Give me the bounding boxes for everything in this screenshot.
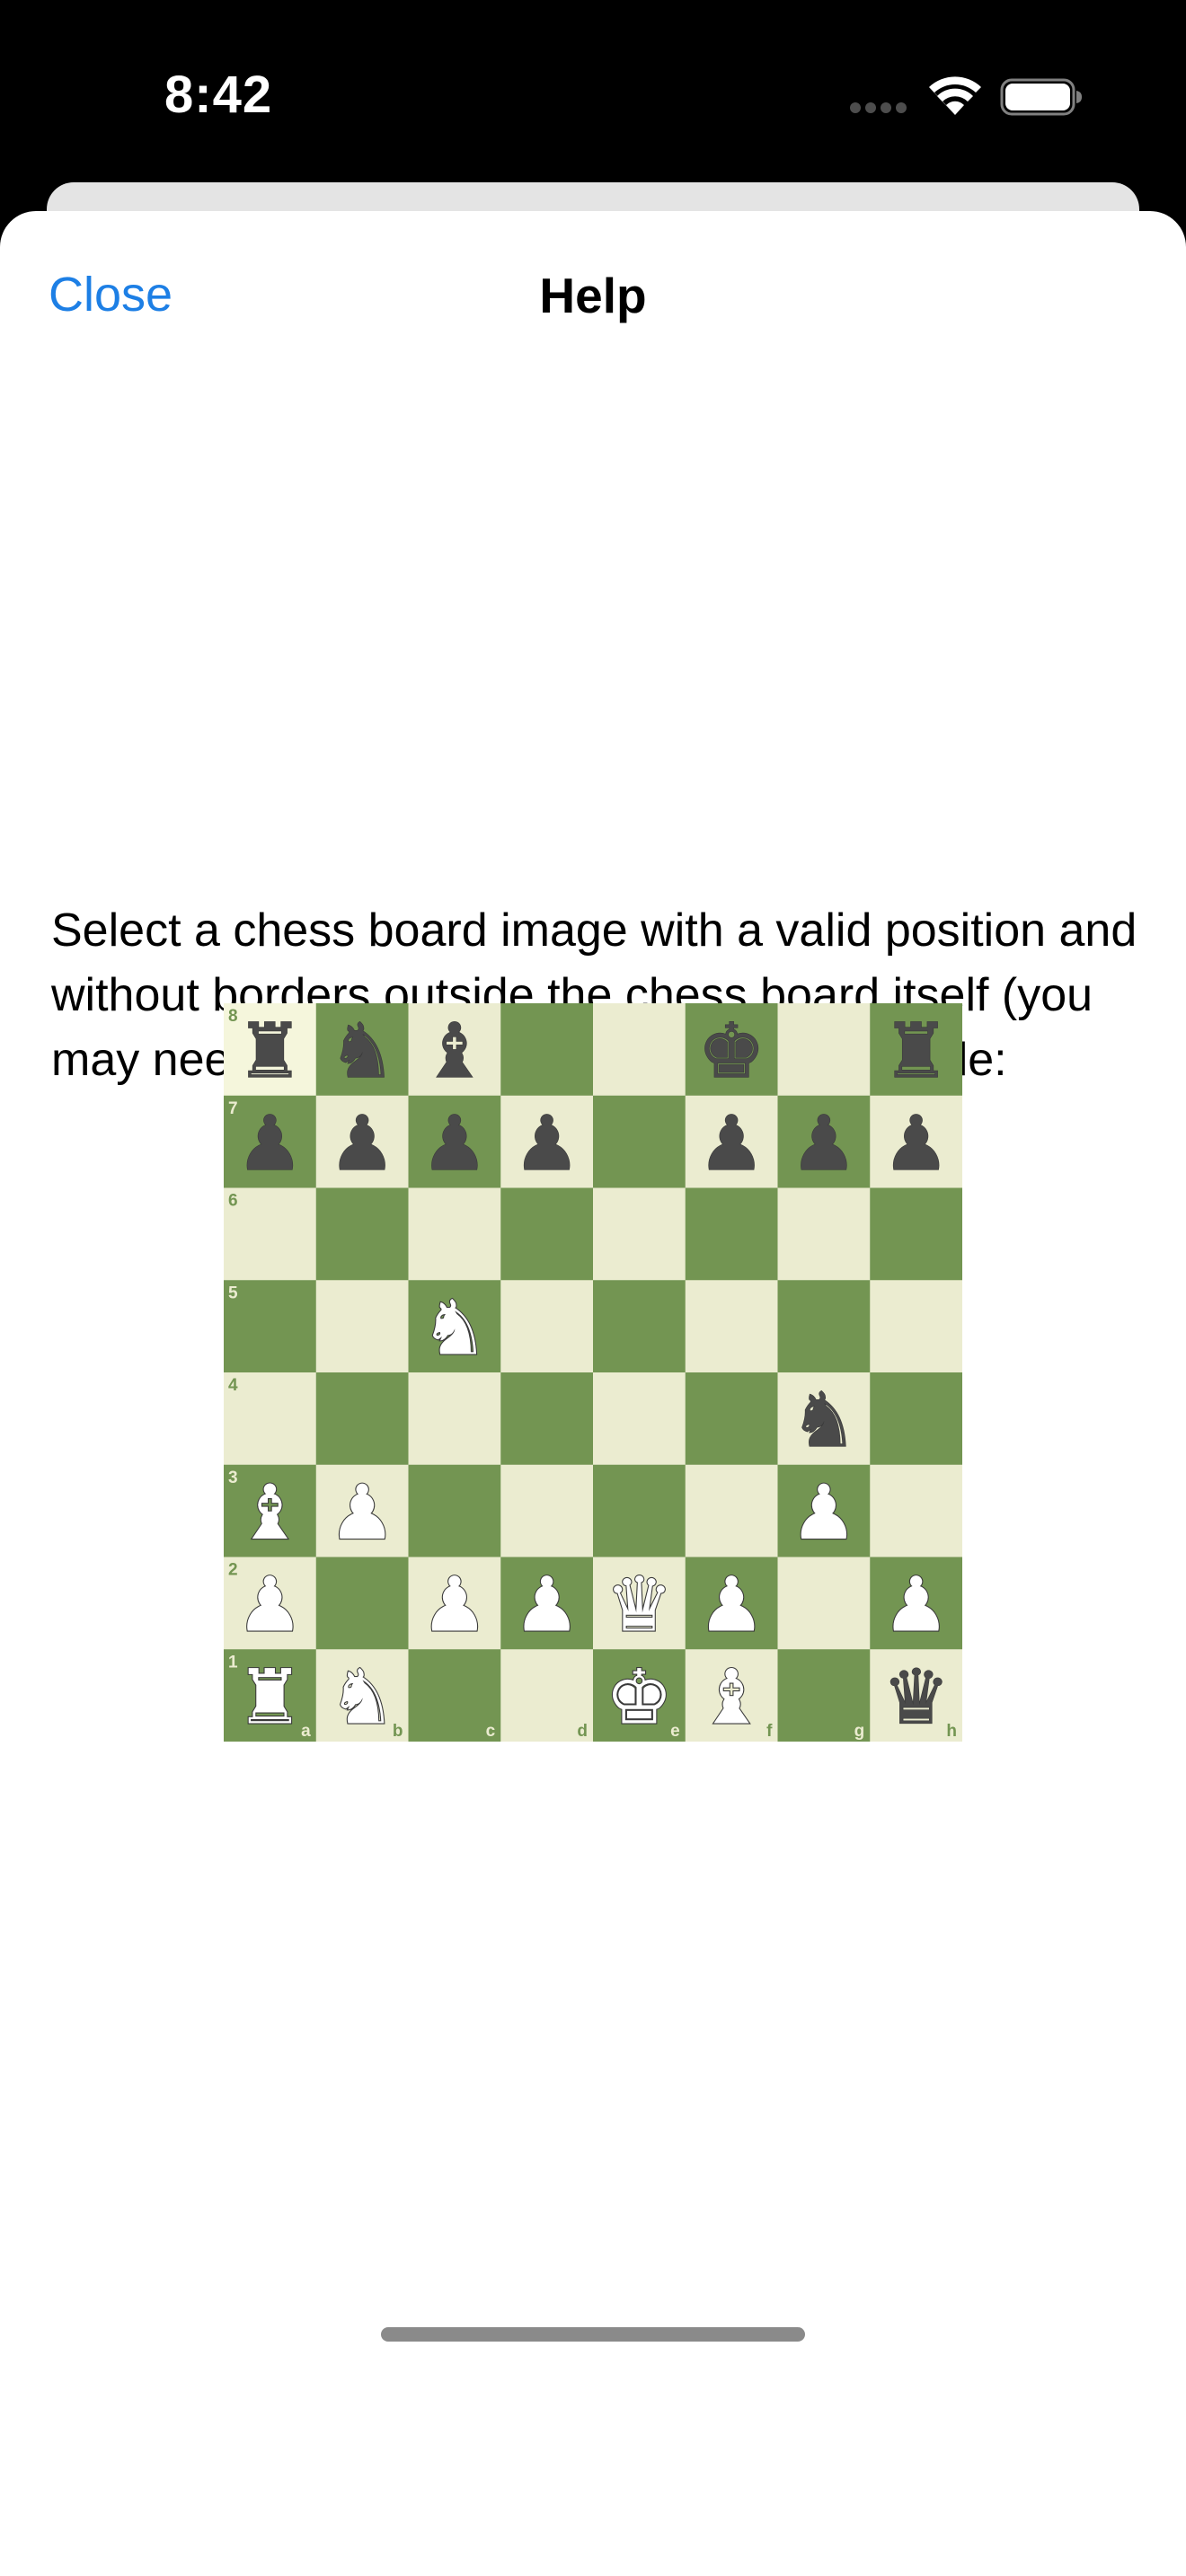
board-square-g8 xyxy=(777,1003,871,1097)
rank-label: 6 xyxy=(228,1192,238,1211)
black-rook-piece-icon: ♜ xyxy=(882,1007,950,1095)
board-square-b6 xyxy=(315,1187,409,1281)
rank-label: 5 xyxy=(228,1284,238,1302)
board-square-d3 xyxy=(500,1464,594,1557)
board-square-h6 xyxy=(870,1187,962,1281)
black-knight-piece-icon: ♞ xyxy=(328,1007,395,1095)
white-pawn-piece-icon: ♟ xyxy=(513,1561,580,1649)
board-square-d6 xyxy=(500,1187,594,1281)
file-label: d xyxy=(577,1722,588,1741)
board-square-b4 xyxy=(315,1372,409,1466)
status-bar: 8:42 xyxy=(0,0,1186,180)
white-pawn-piece-icon: ♟ xyxy=(697,1561,765,1649)
white-rook-piece-icon: ♜ xyxy=(236,1653,304,1741)
black-pawn-piece-icon: ♟ xyxy=(420,1099,488,1187)
board-square-d4 xyxy=(500,1372,594,1466)
black-pawn-piece-icon: ♟ xyxy=(790,1099,857,1187)
board-square-d5 xyxy=(500,1280,594,1373)
battery-icon xyxy=(1000,78,1082,116)
white-pawn-piece-icon: ♟ xyxy=(882,1561,950,1649)
board-square-b2 xyxy=(315,1557,409,1650)
board-square-e8 xyxy=(593,1003,686,1097)
rank-label: 4 xyxy=(228,1376,238,1395)
board-square-e5 xyxy=(593,1280,686,1373)
board-square-g5 xyxy=(777,1280,871,1373)
black-pawn-piece-icon: ♟ xyxy=(697,1099,765,1187)
black-rook-piece-icon: ♜ xyxy=(236,1007,304,1095)
board-square-c6 xyxy=(408,1187,501,1281)
black-pawn-piece-icon: ♟ xyxy=(328,1099,395,1187)
board-square-f5 xyxy=(685,1280,778,1373)
board-square-c4 xyxy=(408,1372,501,1466)
white-pawn-piece-icon: ♟ xyxy=(790,1469,857,1557)
file-label: c xyxy=(486,1722,496,1741)
board-square-h3 xyxy=(870,1464,962,1557)
board-square-f4 xyxy=(685,1372,778,1466)
file-label: f xyxy=(766,1722,773,1741)
white-pawn-piece-icon: ♟ xyxy=(236,1561,304,1649)
board-square-g2 xyxy=(777,1557,871,1650)
board-square-e7 xyxy=(593,1095,686,1188)
board-square-c3 xyxy=(408,1464,501,1557)
board-square-e6 xyxy=(593,1187,686,1281)
board-square-g6 xyxy=(777,1187,871,1281)
white-bishop-piece-icon: ♝ xyxy=(236,1469,304,1557)
white-knight-piece-icon: ♞ xyxy=(420,1284,488,1372)
white-pawn-piece-icon: ♟ xyxy=(328,1469,395,1557)
board-square-h5 xyxy=(870,1280,962,1373)
board-square-h4 xyxy=(870,1372,962,1466)
home-indicator[interactable] xyxy=(381,2327,805,2342)
chess-board-image: 8♜ ♞ ♝ ♚ ♜7♟ ♟ ♟ ♟ ♟ ♟ ♟65 ♞4 ♞3♝ ♟ ♟2♟ ♟ ♟ ♛ ♟ ♟1a♜ b♞ c d e♚ f… xyxy=(224,1003,962,1742)
black-pawn-piece-icon: ♟ xyxy=(236,1099,304,1187)
white-bishop-piece-icon: ♝ xyxy=(697,1653,765,1741)
black-knight-piece-icon: ♞ xyxy=(790,1376,857,1464)
board-square-f6 xyxy=(685,1187,778,1281)
status-time: 8:42 xyxy=(164,66,273,124)
board-square-f3 xyxy=(685,1464,778,1557)
wifi-icon xyxy=(929,76,981,115)
black-king-piece-icon: ♚ xyxy=(697,1007,765,1095)
black-pawn-piece-icon: ♟ xyxy=(513,1099,580,1187)
black-pawn-piece-icon: ♟ xyxy=(882,1099,950,1187)
cellular-signal-icon xyxy=(850,102,907,115)
black-bishop-piece-icon: ♝ xyxy=(420,1007,488,1095)
example-chess-board: 8 ♜ ♞ ♝ ♚ ♜ 7 ♟ ♟ ♟ ♟ ♟ ♟ ♟ 6 5 ♞ 4 ♞ 3 ♝ ♟ ♟ 2 ♟ ♟ ♟ ♛ ♟ ♟ 1 a ♜ b ♞ c d e ♚ f… xyxy=(224,1003,962,1742)
white-queen-piece-icon: ♛ xyxy=(606,1561,673,1649)
white-king-piece-icon: ♚ xyxy=(606,1653,673,1741)
board-square-e3 xyxy=(593,1464,686,1557)
file-label: g xyxy=(854,1722,865,1741)
white-pawn-piece-icon: ♟ xyxy=(420,1561,488,1649)
board-square-e4 xyxy=(593,1372,686,1466)
board-square-b5 xyxy=(315,1280,409,1373)
white-knight-piece-icon: ♞ xyxy=(328,1653,395,1741)
black-queen-piece-icon: ♛ xyxy=(882,1653,950,1741)
board-square-d8 xyxy=(500,1003,594,1097)
sheet-title: Help xyxy=(539,268,647,323)
